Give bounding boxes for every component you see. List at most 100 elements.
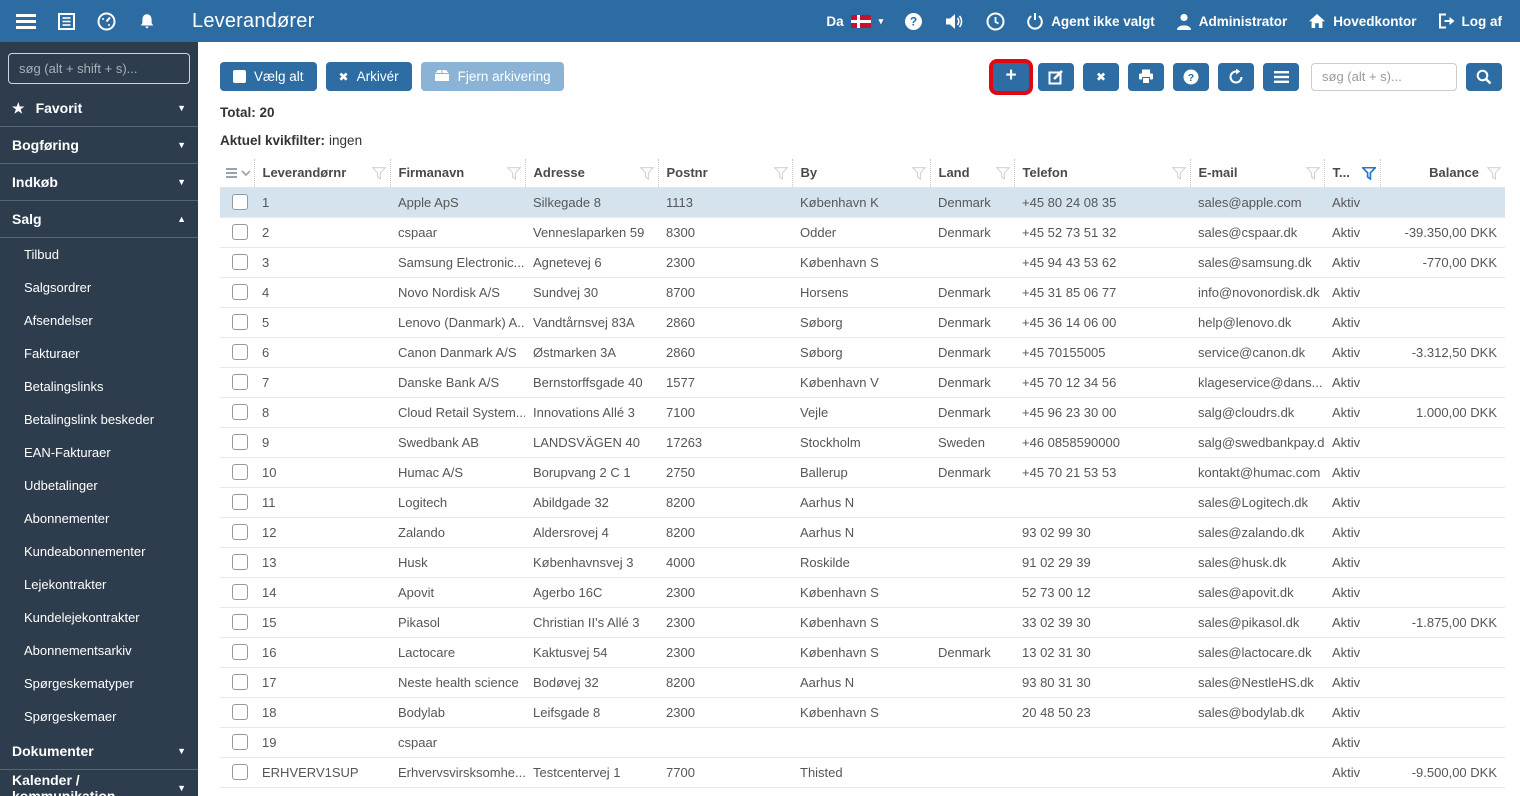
sidebar-section-dokumenter[interactable]: Dokumenter ▼	[0, 733, 198, 770]
table-row[interactable]: 14 Apovit Agerbo 16C 2300 København S 52 73 0…	[220, 577, 1505, 608]
table-row[interactable]: 12 Zalando Aldersrovej 4 8200 Aarhus N 93 02 …	[220, 517, 1505, 548]
row-checkbox[interactable]	[232, 644, 248, 661]
sidebar-section-favorit[interactable]: ★ Favorit ▼	[0, 90, 198, 127]
table-row[interactable]: 1 Apple ApS Silkegade 8 1113 København K Denm…	[220, 187, 1505, 218]
table-row[interactable]: ERHVERV1SUP Erhvervsvirsksomhe... Testcent…	[220, 757, 1505, 788]
search-button[interactable]	[1466, 62, 1502, 91]
column-header-by[interactable]: By	[791, 159, 930, 188]
sidebar-item-betalingslink-beskeder[interactable]: Betalingslink beskeder	[0, 403, 198, 436]
delete-button[interactable]: ✖	[1083, 62, 1119, 91]
filter-icon[interactable]	[638, 167, 655, 183]
column-header-email[interactable]: E-mail	[1189, 159, 1324, 188]
table-row[interactable]: 13 Husk Københavnsvej 3 4000 Roskilde 91 02 2…	[220, 547, 1505, 578]
sidebar-item-kundelejekontrakter[interactable]: Kundelejekontrakter	[0, 601, 198, 634]
row-checkbox[interactable]	[232, 194, 248, 211]
row-checkbox[interactable]	[232, 674, 248, 691]
select-column-header[interactable]	[220, 159, 254, 188]
edit-button[interactable]	[1038, 62, 1074, 91]
notifications-icon[interactable]	[138, 13, 156, 30]
sidebar-search-input[interactable]	[8, 53, 190, 84]
filter-icon[interactable]	[1304, 167, 1321, 183]
filter-icon[interactable]	[910, 167, 927, 183]
row-checkbox[interactable]	[232, 404, 248, 421]
row-checkbox[interactable]	[232, 224, 248, 241]
sidebar-section-bogføring[interactable]: Bogføring ▼	[0, 127, 198, 164]
table-row[interactable]: 5 Lenovo (Danmark) A... Vandtårnsvej 83A 28…	[220, 307, 1505, 338]
agent-selector[interactable]: Agent ikke valgt	[1026, 12, 1155, 30]
language-selector[interactable]: Da ▾	[826, 14, 883, 29]
filter-icon[interactable]	[1360, 166, 1377, 183]
sidebar-item-afsendelser[interactable]: Afsendelser	[0, 304, 198, 337]
column-header-balance[interactable]: Balance	[1379, 159, 1505, 188]
table-row[interactable]: 16 Lactocare Kaktusvej 54 2300 København S De…	[220, 637, 1505, 668]
logout-button[interactable]: Log af	[1438, 13, 1502, 29]
row-checkbox[interactable]	[232, 374, 248, 391]
row-checkbox[interactable]	[232, 284, 248, 301]
refresh-button[interactable]	[1218, 62, 1254, 91]
sidebar-item-lejekontrakter[interactable]: Lejekontrakter	[0, 568, 198, 601]
table-row[interactable]: 17 Neste health science Bodøvej 32 8200 Aarh…	[220, 667, 1505, 698]
filter-icon[interactable]	[1170, 167, 1187, 183]
column-header-postnr[interactable]: Postnr	[657, 159, 792, 188]
sidebar-item-spørgeskematyper[interactable]: Spørgeskematyper	[0, 667, 198, 700]
row-checkbox[interactable]	[232, 254, 248, 271]
filter-icon[interactable]	[994, 167, 1011, 183]
journal-icon[interactable]	[58, 12, 75, 30]
table-row[interactable]: 2 cspaar Venneslaparken 59 8300 Odder Denmark…	[220, 217, 1505, 248]
chevron-down-icon[interactable]	[241, 170, 250, 176]
sidebar-item-abonnementsarkiv[interactable]: Abonnementsarkiv	[0, 634, 198, 667]
sound-button[interactable]	[944, 13, 965, 30]
company-selector[interactable]: Hovedkontor	[1308, 13, 1417, 29]
sidebar-item-udbetalinger[interactable]: Udbetalinger	[0, 469, 198, 502]
select-all-button[interactable]: Vælg alt	[220, 62, 317, 91]
table-row[interactable]: 19 cspaar Aktiv	[220, 727, 1505, 758]
sidebar-item-spørgeskemaer[interactable]: Spørgeskemaer	[0, 700, 198, 733]
row-checkbox[interactable]	[232, 704, 248, 721]
sidebar-item-kundeabonnementer[interactable]: Kundeabonnementer	[0, 535, 198, 568]
column-header-land[interactable]: Land	[929, 159, 1014, 188]
table-row[interactable]: 15 Pikasol Christian II's Allé 3 2300 Københ…	[220, 607, 1505, 638]
unarchive-button[interactable]: Fjern arkivering	[420, 62, 564, 91]
print-button[interactable]	[1128, 62, 1164, 91]
row-checkbox[interactable]	[232, 584, 248, 601]
sidebar-item-betalingslinks[interactable]: Betalingslinks	[0, 370, 198, 403]
column-header-tilstand[interactable]: T...	[1323, 159, 1380, 188]
sidebar-item-abonnementer[interactable]: Abonnementer	[0, 502, 198, 535]
sidebar-section-kalender-kommunikation[interactable]: Kalender / kommunikation ▼	[0, 770, 198, 796]
table-row[interactable]: 11 Logitech Abildgade 32 8200 Aarhus N sales@…	[220, 487, 1505, 518]
history-button[interactable]	[986, 12, 1005, 31]
archive-button[interactable]: ✖ Arkivér	[325, 62, 412, 91]
column-header-leverandoernr[interactable]: Leverandørnr	[253, 159, 390, 188]
help-button[interactable]: ?	[1173, 62, 1209, 91]
sidebar-item-tilbud[interactable]: Tilbud	[0, 238, 198, 271]
help-button[interactable]: ?	[904, 12, 923, 31]
table-search-input[interactable]	[1311, 62, 1457, 91]
dashboard-icon[interactable]	[97, 12, 116, 31]
sidebar-section-salg[interactable]: Salg ▲	[0, 201, 198, 238]
table-row[interactable]: 3 Samsung Electronic... Agnetevej 6 2300 Køb…	[220, 247, 1505, 278]
row-checkbox[interactable]	[232, 464, 248, 481]
filter-icon[interactable]	[370, 167, 387, 183]
grid-menu-icon[interactable]	[226, 167, 238, 178]
row-checkbox[interactable]	[232, 344, 248, 361]
row-checkbox[interactable]	[232, 314, 248, 331]
table-row[interactable]: 8 Cloud Retail System... Innovations Allé …	[220, 397, 1505, 428]
column-header-adresse[interactable]: Adresse	[524, 159, 658, 188]
column-header-firmanavn[interactable]: Firmanavn	[389, 159, 525, 188]
user-menu[interactable]: Administrator	[1176, 13, 1287, 30]
table-row[interactable]: 18 Bodylab Leifsgade 8 2300 København S 20 48…	[220, 697, 1505, 728]
sidebar-section-indkøb[interactable]: Indkøb ▼	[0, 164, 198, 201]
row-checkbox[interactable]	[232, 434, 248, 451]
menu-toggle-icon[interactable]	[16, 13, 36, 29]
row-checkbox[interactable]	[232, 614, 248, 631]
sidebar-item-ean-fakturaer[interactable]: EAN-Fakturaer	[0, 436, 198, 469]
row-checkbox[interactable]	[232, 494, 248, 511]
filter-icon[interactable]	[505, 167, 522, 183]
row-checkbox[interactable]	[232, 524, 248, 541]
add-button[interactable]: +	[993, 62, 1029, 91]
table-row[interactable]: 9 Swedbank AB LANDSVÄGEN 40 17263 Stockholm S…	[220, 427, 1505, 458]
sidebar-item-salgsordrer[interactable]: Salgsordrer	[0, 271, 198, 304]
table-row[interactable]: 10 Humac A/S Borupvang 2 C 1 2750 Ballerup De…	[220, 457, 1505, 488]
row-checkbox[interactable]	[232, 764, 248, 781]
row-checkbox[interactable]	[232, 734, 248, 751]
